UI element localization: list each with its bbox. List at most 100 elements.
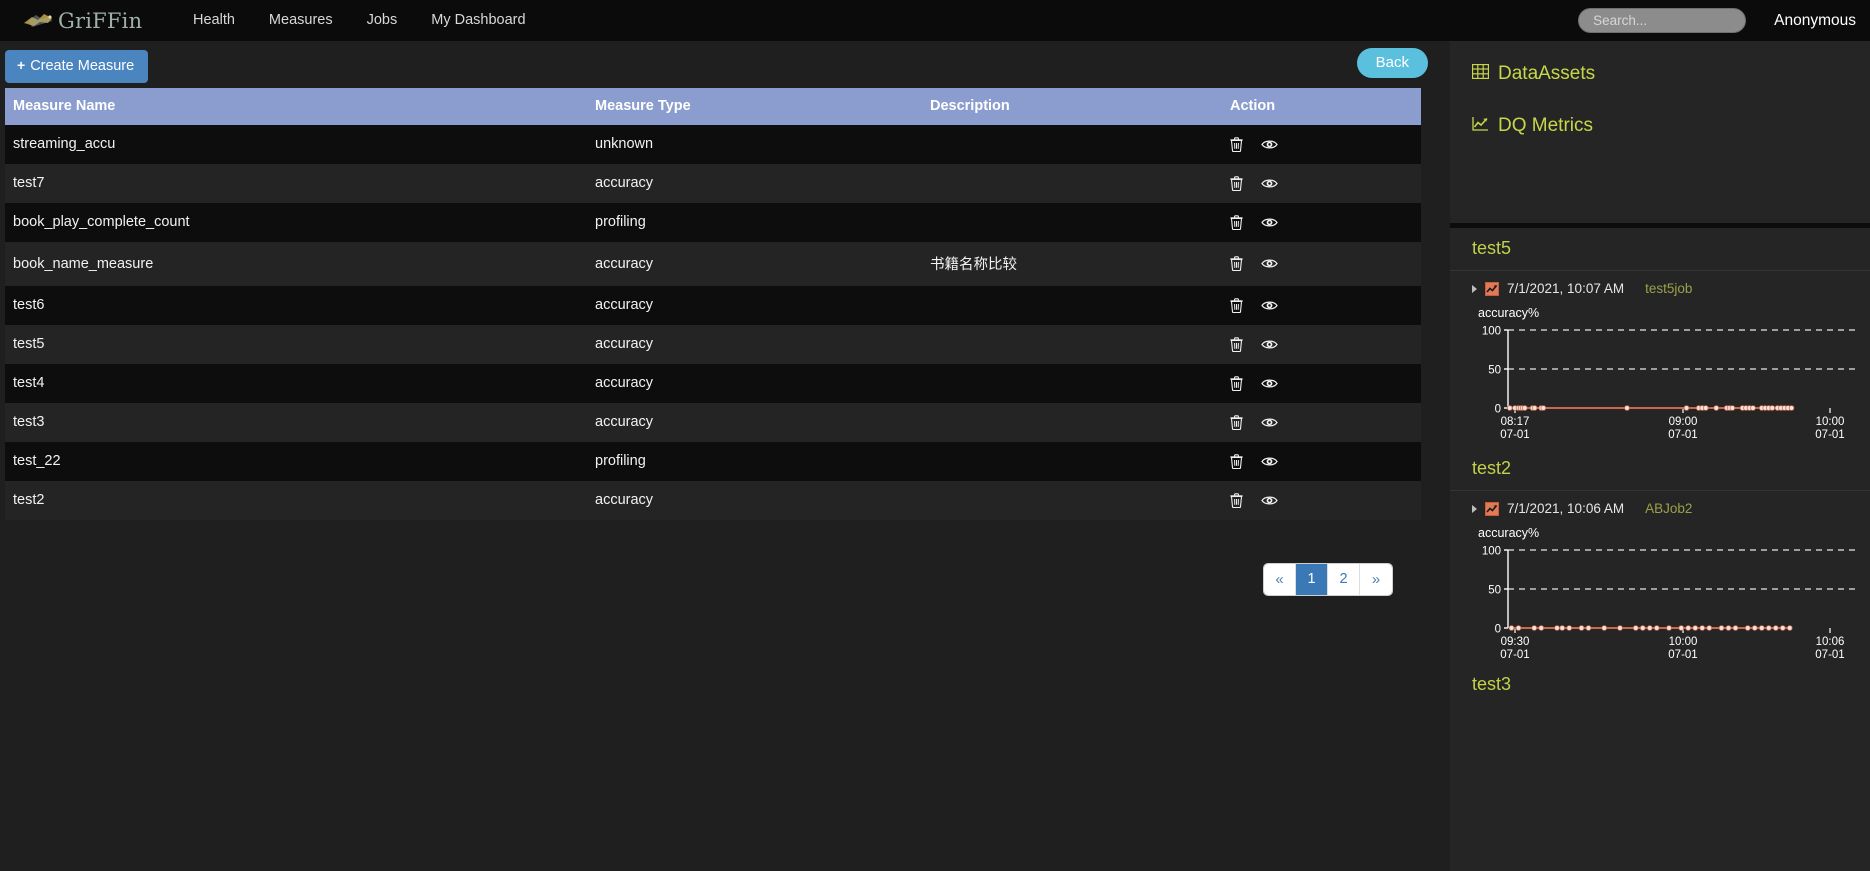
table-head: Measure Name Measure Type Description Ac… [5,88,1421,125]
search-input[interactable] [1578,8,1747,33]
sidebar-item-label-dq-metrics: DQ Metrics [1498,115,1593,136]
cell-action [1230,164,1421,203]
table-row[interactable]: test7 accuracy [5,164,1421,203]
create-measure-button[interactable]: + Create Measure [5,50,149,83]
metric-title-test5[interactable]: test5 [1450,228,1870,271]
eye-icon[interactable] [1261,257,1278,270]
svg-text:08:17: 08:17 [1501,416,1530,428]
cell-measure-type: accuracy [595,414,654,430]
svg-text:0: 0 [1495,624,1501,636]
cell-measure-name: test7 [13,175,45,191]
metric-row-test5[interactable]: 7/1/2021, 10:07 AM test5job [1450,271,1870,300]
cell-measure-type: accuracy [595,375,654,391]
cell-measure-type: accuracy [595,255,654,272]
svg-text:100: 100 [1482,326,1501,338]
user-menu[interactable]: Anonymous [1774,12,1856,30]
cell-measure-name: streaming_accu [13,136,116,152]
create-measure-label: Create Measure [30,58,135,74]
table-grid-icon [1471,63,1490,85]
table-row[interactable]: book_name_measure accuracy 书籍名称比较 [5,242,1421,286]
pagination-last[interactable]: » [1360,564,1392,595]
cell-measure-type: accuracy [595,175,654,191]
metric-job-test2[interactable]: ABJob2 [1645,501,1692,516]
column-header-measure-type[interactable]: Measure Type [595,88,930,125]
sidebar-nav: DataAssets DQ Metrics [1450,41,1870,228]
metric-title-test2[interactable]: test2 [1450,448,1870,491]
metric-timestamp-test2: 7/1/2021, 10:06 AM [1507,501,1625,516]
eye-icon[interactable] [1261,494,1278,507]
metric-job-test5[interactable]: test5job [1645,281,1692,296]
table-row[interactable]: test6 accuracy [5,286,1421,325]
toolbar: + Create Measure Back [0,41,1450,88]
eye-icon[interactable] [1261,455,1278,468]
nav-links: Health Measures Jobs My Dashboard [176,0,543,41]
pagination-first[interactable]: « [1264,564,1296,595]
metric-title-test3[interactable]: test3 [1450,668,1870,706]
metric-row-test2[interactable]: 7/1/2021, 10:06 AM ABJob2 [1450,491,1870,520]
chevron-right-icon[interactable] [1472,284,1477,293]
svg-text:07-01: 07-01 [1500,649,1529,661]
trash-icon[interactable] [1230,256,1243,272]
eye-icon[interactable] [1261,216,1278,229]
chevron-right-icon[interactable] [1472,504,1477,513]
cell-description [930,481,1230,520]
trash-icon[interactable] [1230,175,1243,191]
column-header-action[interactable]: Action [1230,88,1421,125]
chart-test2: accuracy% 0 50 100 09:30 07-01 10:00 07-01 10:0… [1450,520,1870,668]
trash-icon[interactable] [1230,214,1243,230]
eye-icon[interactable] [1261,138,1278,151]
trash-icon[interactable] [1230,492,1243,508]
svg-text:0: 0 [1495,404,1501,416]
line-chart-icon [1472,115,1489,137]
right-sidebar: DataAssets DQ Metrics test5 7/1/2021, 10… [1450,41,1870,871]
sidebar-item-dq-metrics[interactable]: DQ Metrics [1472,115,1870,137]
nav-jobs[interactable]: Jobs [350,0,415,41]
table-row[interactable]: streaming_accu unknown [5,125,1421,164]
cell-description [930,164,1230,203]
cell-measure-type: profiling [595,214,646,230]
trash-icon[interactable] [1230,297,1243,313]
trash-icon[interactable] [1230,375,1243,391]
table-row[interactable]: test3 accuracy [5,403,1421,442]
svg-text:07-01: 07-01 [1815,649,1844,661]
table-row[interactable]: book_play_complete_count profiling [5,203,1421,242]
metric-block-test2: test2 7/1/2021, 10:06 AM ABJob2 accuracy… [1450,448,1870,668]
metric-block-test5: test5 7/1/2021, 10:07 AM test5job accura… [1450,228,1870,448]
cell-measure-type: profiling [595,453,646,469]
nav-my-dashboard[interactable]: My Dashboard [414,0,542,41]
brand[interactable]: GriFFin [22,9,142,33]
table-row[interactable]: test5 accuracy [5,325,1421,364]
table-row[interactable]: test2 accuracy [5,481,1421,520]
column-header-measure-name[interactable]: Measure Name [5,88,595,125]
trash-icon[interactable] [1230,336,1243,352]
svg-text:10:06: 10:06 [1816,636,1845,648]
eye-icon[interactable] [1261,299,1278,312]
trash-icon[interactable] [1230,136,1243,152]
cell-measure-name: test_22 [13,453,61,469]
pagination-page-2[interactable]: 2 [1328,564,1360,595]
svg-text:10:00: 10:00 [1669,636,1698,648]
svg-text:50: 50 [1488,365,1501,377]
eye-icon[interactable] [1261,416,1278,429]
chart-thumb-icon [1485,281,1499,296]
cell-measure-name: test3 [13,414,45,430]
eye-icon[interactable] [1261,177,1278,190]
chart-svg-test2: 05010009:3007-0110:0007-0110:0607-01 [1482,546,1858,661]
svg-text:10:00: 10:00 [1816,416,1845,428]
cell-measure-type: accuracy [595,297,654,313]
pagination-page-1[interactable]: 1 [1296,564,1328,595]
column-header-description[interactable]: Description [930,88,1230,125]
table-row[interactable]: test_22 profiling [5,442,1421,481]
svg-text:07-01: 07-01 [1815,429,1844,441]
nav-health[interactable]: Health [176,0,252,41]
trash-icon[interactable] [1230,414,1243,430]
eye-icon[interactable] [1261,377,1278,390]
eye-icon[interactable] [1261,338,1278,351]
trash-icon[interactable] [1230,453,1243,469]
back-button[interactable]: Back [1356,48,1428,78]
nav-measures[interactable]: Measures [252,0,350,41]
sidebar-item-dataassets[interactable]: DataAssets [1471,63,1870,85]
cell-measure-type: accuracy [595,336,654,352]
cell-description [930,403,1230,442]
table-row[interactable]: test4 accuracy [5,364,1421,403]
